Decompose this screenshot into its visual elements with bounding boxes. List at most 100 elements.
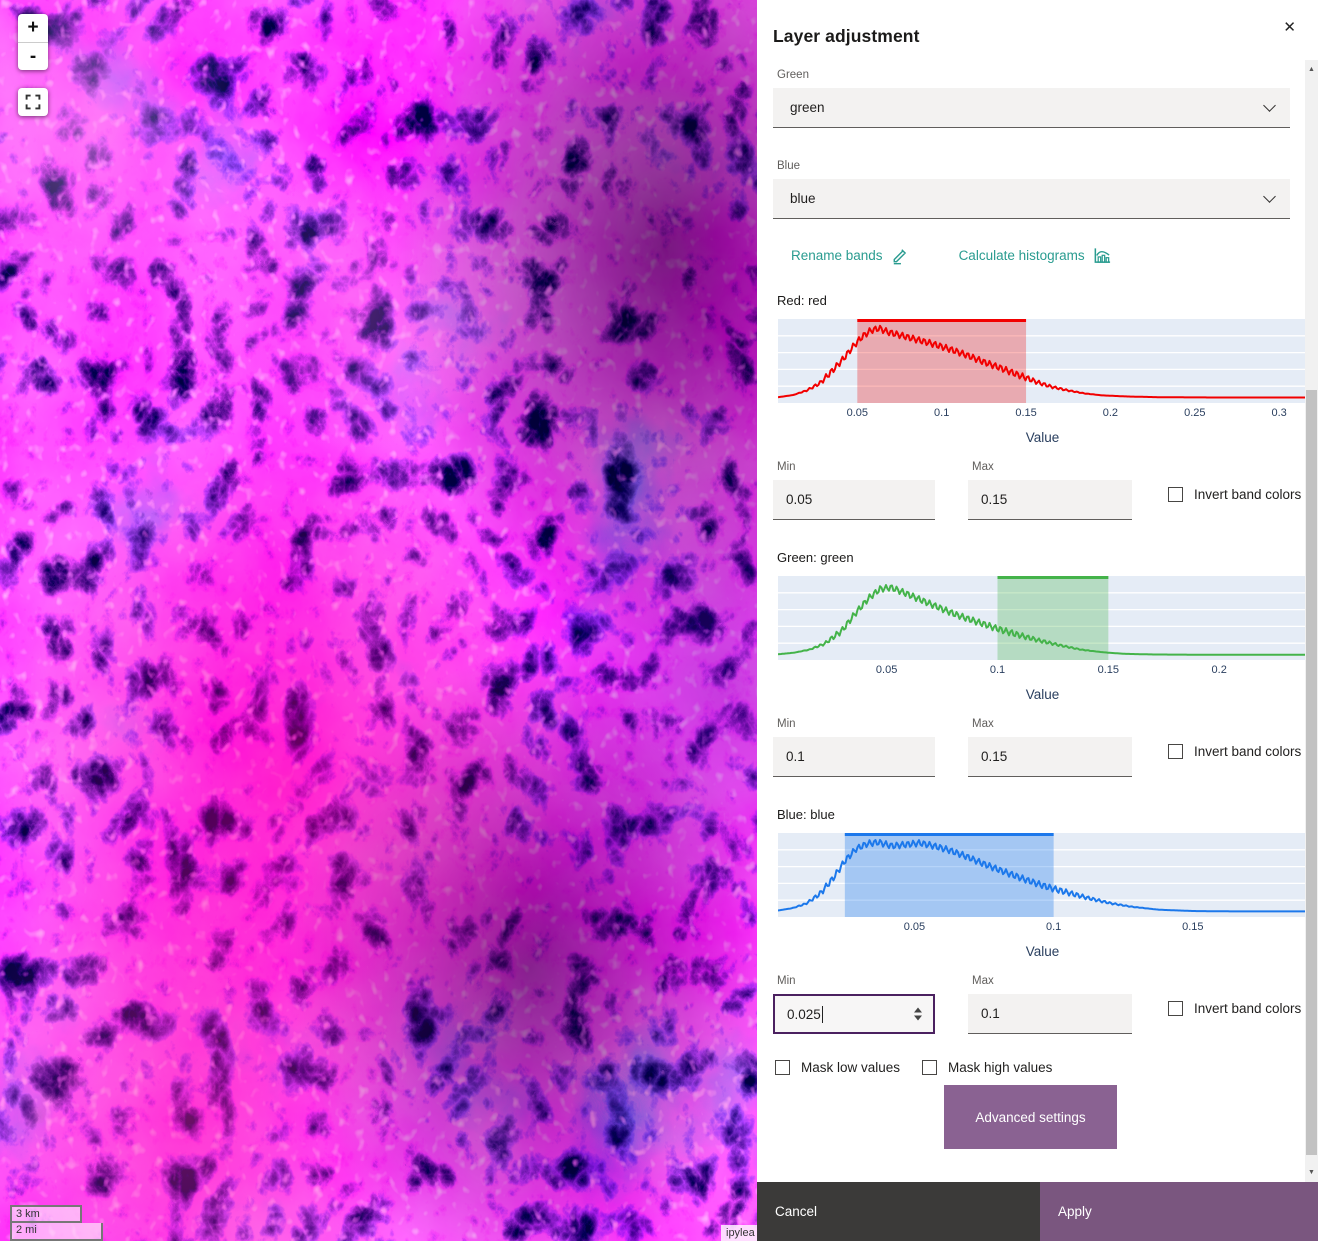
tick-label: 0.2: [1212, 664, 1227, 676]
plot-area: [778, 833, 1307, 917]
map-attribution[interactable]: ipylea: [721, 1225, 757, 1241]
tick-label: 0.1: [934, 407, 949, 419]
histogram-plot[interactable]: [778, 319, 1307, 403]
minmax-row: Min 0.025 Max 0.1 Invert: [773, 975, 1304, 1034]
max-group: Max 0.15: [968, 461, 1132, 520]
band-actions-row: Rename bands Calculate histograms: [791, 246, 1304, 265]
band-selector-blue: Blue blue: [773, 160, 1304, 219]
mask-options-row: Mask low values Mask high values: [775, 1060, 1304, 1075]
scale-mi: 2 mi: [10, 1223, 103, 1241]
advanced-settings-button[interactable]: Advanced settings: [944, 1085, 1117, 1149]
tick-label: 0.25: [1184, 407, 1205, 419]
tick-label: 0.1: [990, 664, 1005, 676]
fullscreen-corners-icon: [25, 94, 41, 110]
apply-button[interactable]: Apply: [1040, 1182, 1318, 1241]
max-group: Max 0.1: [968, 975, 1132, 1034]
blue-invert-checkbox-group[interactable]: Invert band colors: [1168, 1001, 1301, 1016]
number-spinner[interactable]: [914, 1008, 922, 1021]
red-invert-checkbox-group[interactable]: Invert band colors: [1168, 487, 1301, 502]
tick-label: 0.2: [1103, 407, 1118, 419]
band-selector-green: Green green: [773, 69, 1304, 128]
calculate-histograms-label: Calculate histograms: [959, 248, 1085, 263]
input-value: 0.025: [787, 1007, 821, 1022]
band-section-red: Red: red 0.050.10.150.20.250.3 Value Min…: [773, 293, 1304, 520]
tick-label: 0.05: [876, 664, 897, 676]
x-axis-ticks: 0.050.10.150.20.250.3: [778, 407, 1307, 422]
scrollbar-up-arrow[interactable]: ▲: [1305, 62, 1318, 77]
edit-pencil-icon: [890, 246, 909, 265]
mask-low-label: Mask low values: [801, 1060, 900, 1075]
scrollbar-thumb[interactable]: [1306, 390, 1317, 1155]
close-icon[interactable]: ✕: [1283, 20, 1296, 36]
x-axis-ticks: 0.050.10.150.2: [778, 664, 1307, 679]
checkbox-icon[interactable]: [775, 1060, 790, 1075]
mask-high-checkbox-group[interactable]: Mask high values: [922, 1060, 1052, 1075]
min-group: Min 0.1: [773, 718, 935, 777]
min-group: Min 0.025: [773, 975, 935, 1034]
green-max-input[interactable]: 0.15: [968, 737, 1132, 777]
plot-area: [778, 576, 1307, 660]
calculate-histograms-button[interactable]: Calculate histograms: [959, 246, 1112, 265]
mask-low-checkbox-group[interactable]: Mask low values: [775, 1060, 900, 1075]
min-label: Min: [777, 718, 935, 730]
green-invert-checkbox-group[interactable]: Invert band colors: [1168, 744, 1301, 759]
panel-scrollbar[interactable]: ▲ ▼: [1305, 60, 1318, 1182]
invert-label: Invert band colors: [1194, 744, 1301, 759]
text-caret: [822, 1006, 823, 1023]
red-max-input[interactable]: 0.15: [968, 480, 1132, 520]
select-value: blue: [790, 191, 816, 206]
panel-title: Layer adjustment: [773, 26, 920, 47]
panel-body: Green green Blue blue Rename bands: [757, 69, 1318, 1149]
minmax-row: Min 0.1 Max 0.15 Invert: [773, 718, 1304, 777]
tick-label: 0.05: [847, 407, 868, 419]
cancel-button[interactable]: Cancel: [757, 1182, 1040, 1241]
histogram-plot[interactable]: [778, 576, 1307, 660]
input-value: 0.15: [981, 492, 1007, 507]
histogram-plot[interactable]: [778, 833, 1307, 917]
zoom-in-button[interactable]: +: [18, 14, 48, 42]
green-min-input[interactable]: 0.1: [773, 737, 935, 777]
min-label: Min: [777, 461, 935, 473]
map-canvas[interactable]: + - 3 km 2 mi ipylea: [0, 0, 757, 1241]
checkbox-icon[interactable]: [1168, 1001, 1183, 1016]
zoom-out-button[interactable]: -: [18, 42, 48, 70]
select-value: green: [790, 100, 825, 115]
rename-bands-label: Rename bands: [791, 248, 883, 263]
mask-high-label: Mask high values: [948, 1060, 1052, 1075]
red-histogram-chart[interactable]: 0.050.10.150.20.250.3 Value: [778, 319, 1307, 445]
band-heading: Blue: blue: [777, 807, 1304, 822]
checkbox-icon[interactable]: [922, 1060, 937, 1075]
band-section-blue: Blue: blue 0.050.10.15 Value Min 0.025: [773, 807, 1304, 1034]
x-axis-label: Value: [778, 430, 1307, 445]
input-value: 0.15: [981, 749, 1007, 764]
scrollbar-down-arrow[interactable]: ▼: [1305, 1165, 1318, 1180]
blue-min-input[interactable]: 0.025: [773, 994, 935, 1034]
blue-histogram-chart[interactable]: 0.050.10.15 Value: [778, 833, 1307, 959]
scale-km: 3 km: [10, 1205, 82, 1223]
fullscreen-button[interactable]: [18, 88, 48, 116]
min-group: Min 0.05: [773, 461, 935, 520]
checkbox-icon[interactable]: [1168, 487, 1183, 502]
panel-header: Layer adjustment ✕: [757, 0, 1318, 47]
chevron-down-icon: [1263, 190, 1276, 203]
map-zoom-control: + -: [18, 14, 48, 70]
green-band-select[interactable]: green: [773, 88, 1290, 128]
chevron-down-icon: [1263, 99, 1276, 112]
rename-bands-button[interactable]: Rename bands: [791, 246, 909, 265]
tick-label: 0.15: [1182, 921, 1203, 933]
tick-label: 0.1: [1046, 921, 1061, 933]
app-root: + - 3 km 2 mi ipylea Layer adjustment ✕ …: [0, 0, 1318, 1241]
band-heading: Green: green: [777, 550, 1304, 565]
x-axis-ticks: 0.050.10.15: [778, 921, 1307, 936]
panel-footer: Cancel Apply: [757, 1182, 1318, 1241]
histogram-chart-icon: [1092, 246, 1112, 265]
invert-label: Invert band colors: [1194, 1001, 1301, 1016]
checkbox-icon[interactable]: [1168, 744, 1183, 759]
red-min-input[interactable]: 0.05: [773, 480, 935, 520]
satellite-imagery: [0, 0, 757, 1241]
blue-band-select[interactable]: blue: [773, 179, 1290, 219]
blue-max-input[interactable]: 0.1: [968, 994, 1132, 1034]
x-axis-label: Value: [778, 944, 1307, 959]
x-axis-label: Value: [778, 687, 1307, 702]
green-histogram-chart[interactable]: 0.050.10.150.2 Value: [778, 576, 1307, 702]
